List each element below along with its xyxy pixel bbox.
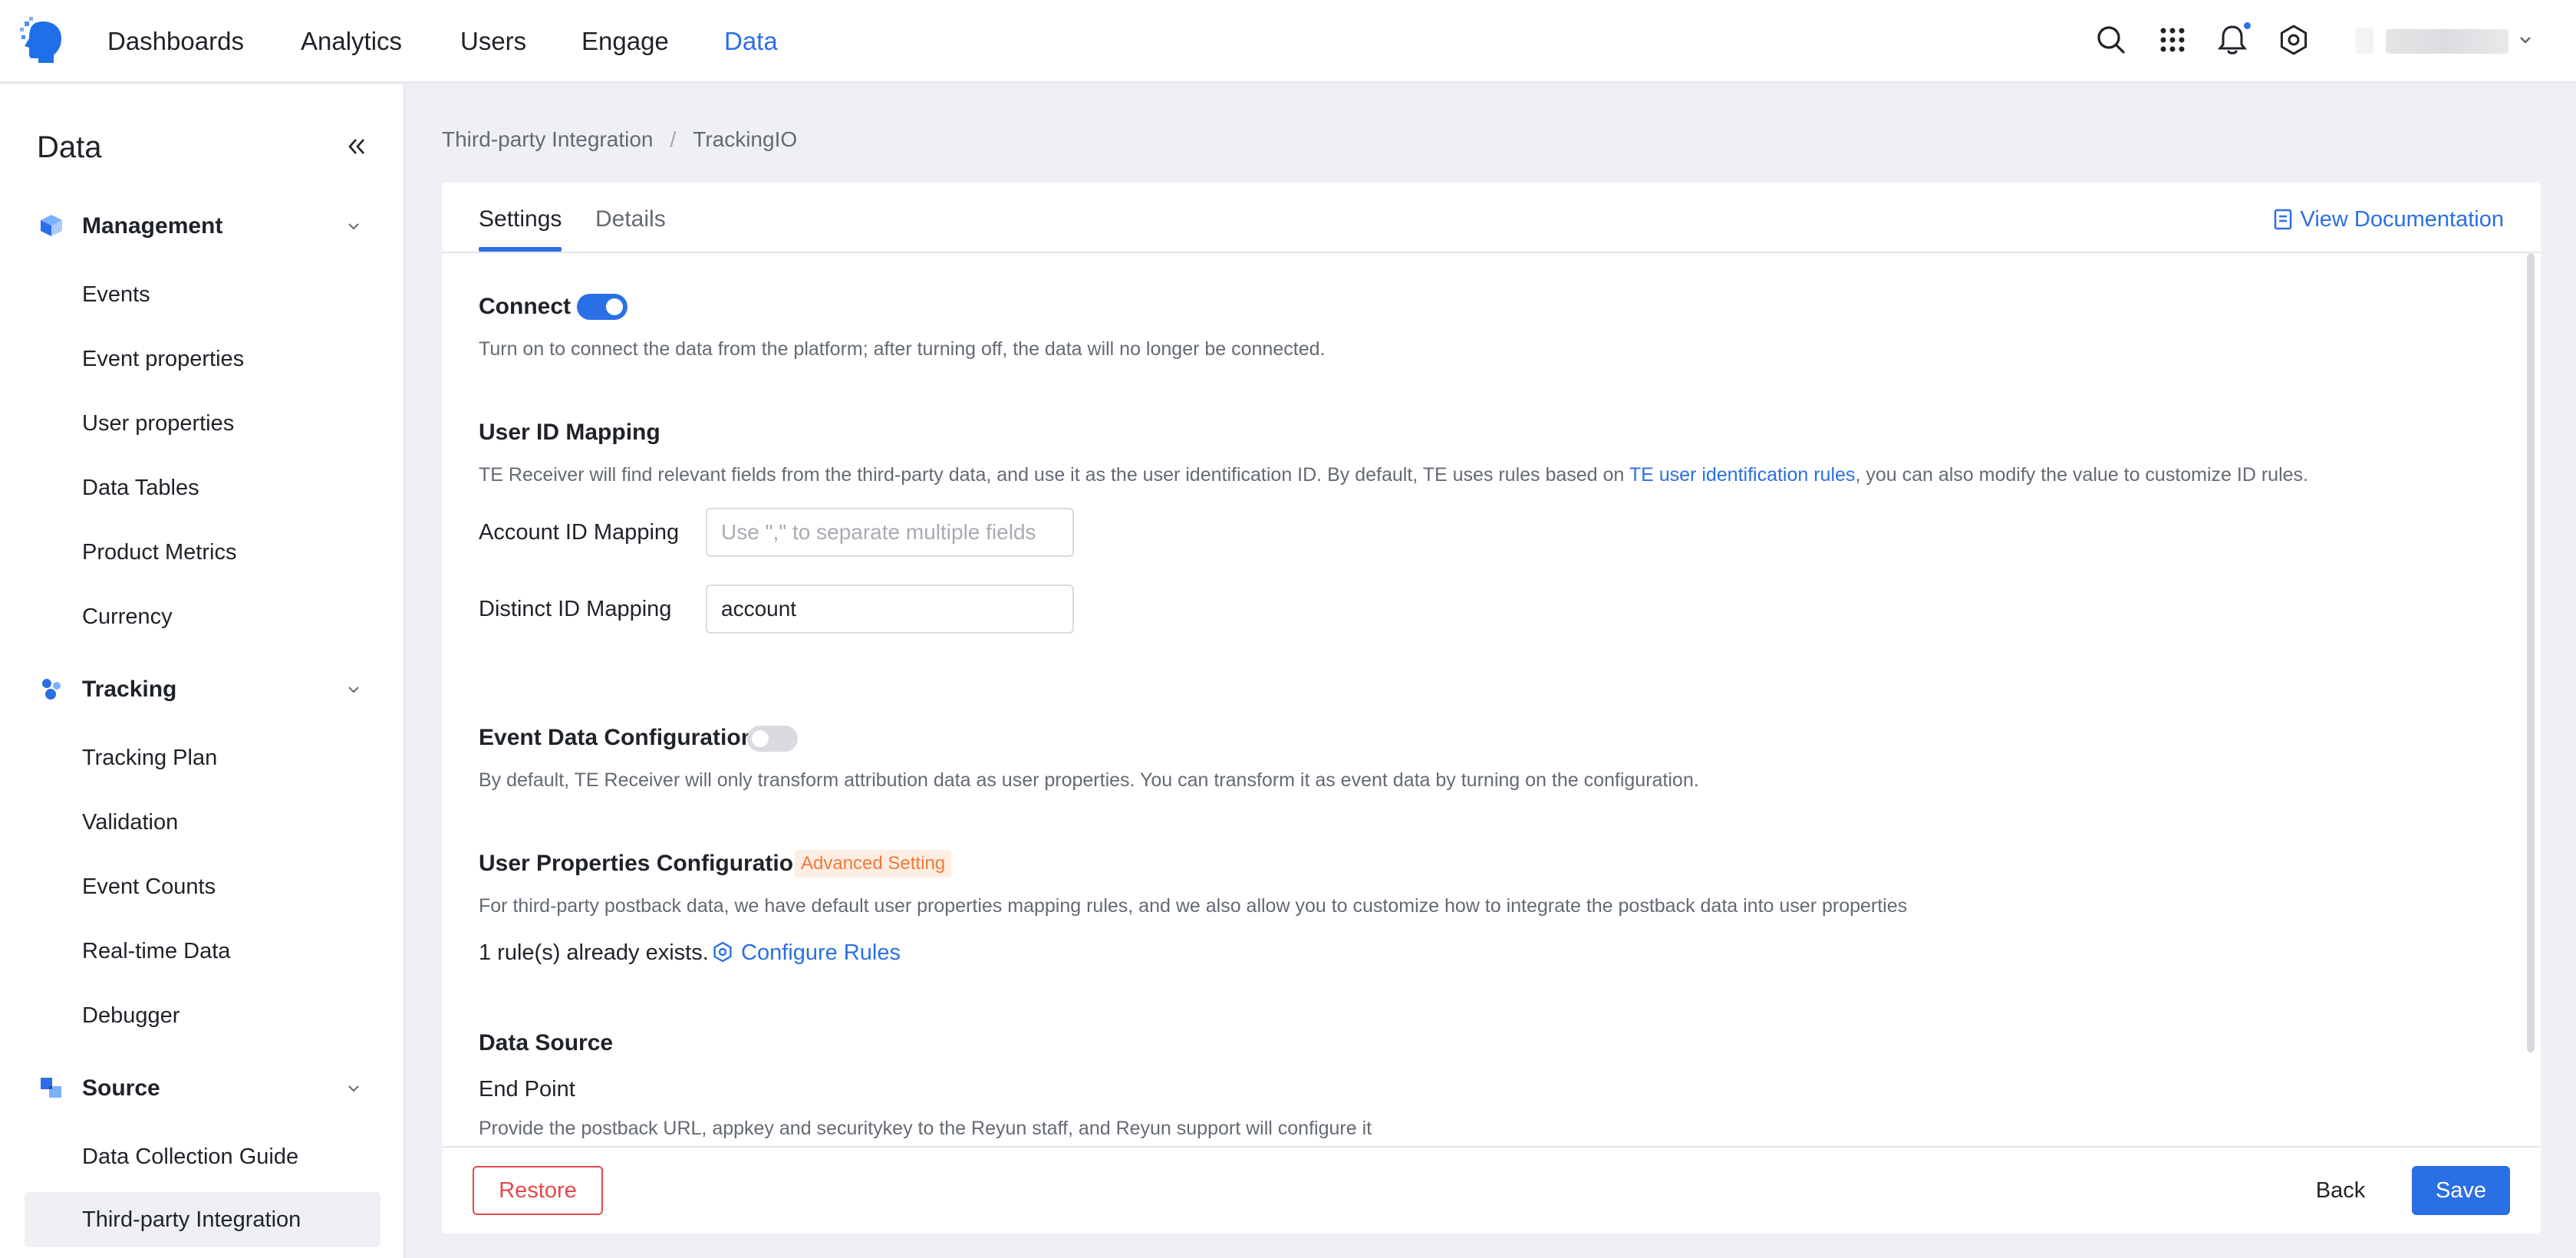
sidebar-title: Data — [37, 130, 102, 164]
nav-engage[interactable]: Engage — [581, 25, 669, 58]
nav-analytics[interactable]: Analytics — [301, 25, 402, 58]
notification-dot — [2242, 21, 2252, 31]
breadcrumb-parent[interactable]: Third-party Integration — [442, 127, 653, 151]
action-footer: Restore Back Save — [442, 1146, 2541, 1233]
gear-icon — [713, 941, 732, 963]
breadcrumb: Third-party Integration / TrackingIO — [442, 126, 797, 153]
sidebar-group-label: Tracking — [82, 677, 177, 702]
toggle-knob — [752, 730, 769, 747]
nav-users[interactable]: Users — [460, 25, 526, 58]
sidebar: Data Management Events Event properties … — [0, 84, 405, 1258]
cube-icon — [41, 215, 62, 236]
sidebar-item-debugger[interactable]: Debugger — [25, 988, 380, 1043]
connect-description: Turn on to connect the data from the pla… — [479, 338, 1326, 360]
view-documentation-label: View Documentation — [2300, 207, 2504, 232]
tab-settings[interactable]: Settings — [479, 204, 562, 235]
chevron-down-icon — [348, 687, 359, 693]
sidebar-item-event-properties[interactable]: Event properties — [25, 331, 380, 387]
user-name — [2386, 29, 2508, 54]
sidebar-group-label: Source — [82, 1075, 160, 1101]
logo-icon[interactable] — [20, 17, 66, 64]
end-point-label: End Point — [479, 1077, 575, 1102]
breadcrumb-current: TrackingIO — [693, 127, 798, 151]
tab-details[interactable]: Details — [595, 204, 666, 235]
tracking-icon — [42, 679, 61, 700]
configure-rules-label: Configure Rules — [741, 940, 901, 965]
sidebar-item-data-collection-guide[interactable]: Data Collection Guide — [25, 1129, 380, 1184]
search-icon[interactable] — [2094, 23, 2128, 57]
active-tab-indicator — [479, 247, 562, 252]
te-user-identification-rules-link[interactable]: TE user identification rules — [1629, 464, 1856, 486]
user-properties-configuration-title: User Properties Configuration — [479, 851, 808, 876]
sidebar-group-management[interactable]: Management — [25, 203, 380, 249]
sidebar-group-source[interactable]: Source — [25, 1065, 380, 1111]
configure-rules-link[interactable]: Configure Rules — [712, 937, 901, 968]
data-source-description: Provide the postback URL, appkey and sec… — [479, 1118, 1372, 1139]
collapse-sidebar-icon[interactable] — [345, 135, 368, 158]
sidebar-item-currency[interactable]: Currency — [25, 589, 380, 644]
sidebar-item-real-time-data[interactable]: Real-time Data — [25, 924, 380, 979]
gear-icon[interactable] — [2277, 23, 2311, 57]
restore-button[interactable]: Restore — [473, 1166, 603, 1215]
back-button[interactable]: Back — [2298, 1166, 2383, 1215]
chevron-down-icon — [348, 223, 359, 230]
event-data-configuration-toggle[interactable] — [747, 726, 798, 752]
sidebar-group-tracking[interactable]: Tracking — [25, 666, 380, 712]
user-properties-configuration-description: For third-party postback data, we have d… — [479, 895, 1908, 917]
advanced-setting-badge: Advanced Setting — [795, 850, 952, 878]
connect-toggle[interactable] — [577, 294, 628, 320]
event-data-configuration-label: Event Data Configuration — [479, 725, 756, 750]
data-source-title: Data Source — [479, 1030, 614, 1055]
description-text: , you can also modify the value to custo… — [1855, 464, 2308, 486]
sidebar-item-data-tables[interactable]: Data Tables — [25, 460, 380, 515]
sidebar-item-tracking-plan[interactable]: Tracking Plan — [25, 730, 380, 785]
breadcrumb-separator: / — [670, 127, 677, 151]
sidebar-item-validation[interactable]: Validation — [25, 795, 380, 850]
nav-dashboards[interactable]: Dashboards — [107, 25, 244, 58]
sidebar-item-third-party-integration[interactable]: Third-party Integration — [25, 1192, 380, 1247]
settings-panel: Settings Details View Documentation Conn… — [442, 183, 2541, 1233]
document-icon — [2274, 209, 2291, 230]
rules-count-text: 1 rule(s) already exists. — [479, 940, 709, 965]
account-id-mapping-input[interactable] — [706, 508, 1074, 557]
tab-bar: Settings Details View Documentation — [442, 183, 2541, 253]
distinct-id-mapping-input[interactable] — [706, 585, 1074, 634]
user-menu[interactable] — [2355, 26, 2508, 58]
user-id-mapping-title: User ID Mapping — [479, 420, 660, 445]
chevron-down-icon — [348, 1085, 359, 1092]
sidebar-item-user-properties[interactable]: User properties — [25, 396, 380, 451]
distinct-id-mapping-label: Distinct ID Mapping — [479, 597, 672, 621]
account-id-mapping-label: Account ID Mapping — [479, 520, 680, 545]
content-scrollbar[interactable] — [2527, 253, 2535, 1052]
event-data-configuration-description: By default, TE Receiver will only transf… — [479, 769, 1699, 791]
sidebar-item-events[interactable]: Events — [25, 267, 380, 322]
user-id-mapping-description: TE Receiver will find relevant fields fr… — [479, 462, 2308, 488]
avatar — [2355, 28, 2373, 54]
connect-label: Connect — [479, 294, 571, 319]
scrollbar-thumb[interactable] — [2527, 253, 2535, 1052]
sidebar-item-product-metrics[interactable]: Product Metrics — [25, 525, 380, 580]
settings-content: Connect Turn on to connect the data from… — [479, 253, 2519, 1139]
source-icon — [41, 1078, 61, 1098]
save-button[interactable]: Save — [2412, 1166, 2510, 1215]
view-documentation-link[interactable]: View Documentation — [2273, 204, 2504, 235]
description-text: TE Receiver will find relevant fields fr… — [479, 464, 1629, 486]
nav-data[interactable]: Data — [724, 25, 778, 58]
chevron-down-icon[interactable] — [2516, 31, 2535, 49]
sidebar-item-event-counts[interactable]: Event Counts — [25, 859, 380, 914]
apps-grid-icon[interactable] — [2156, 23, 2189, 57]
toggle-knob — [606, 298, 623, 315]
sidebar-group-label: Management — [82, 213, 223, 239]
top-navbar: Dashboards Analytics Users Engage Data — [0, 0, 2576, 83]
